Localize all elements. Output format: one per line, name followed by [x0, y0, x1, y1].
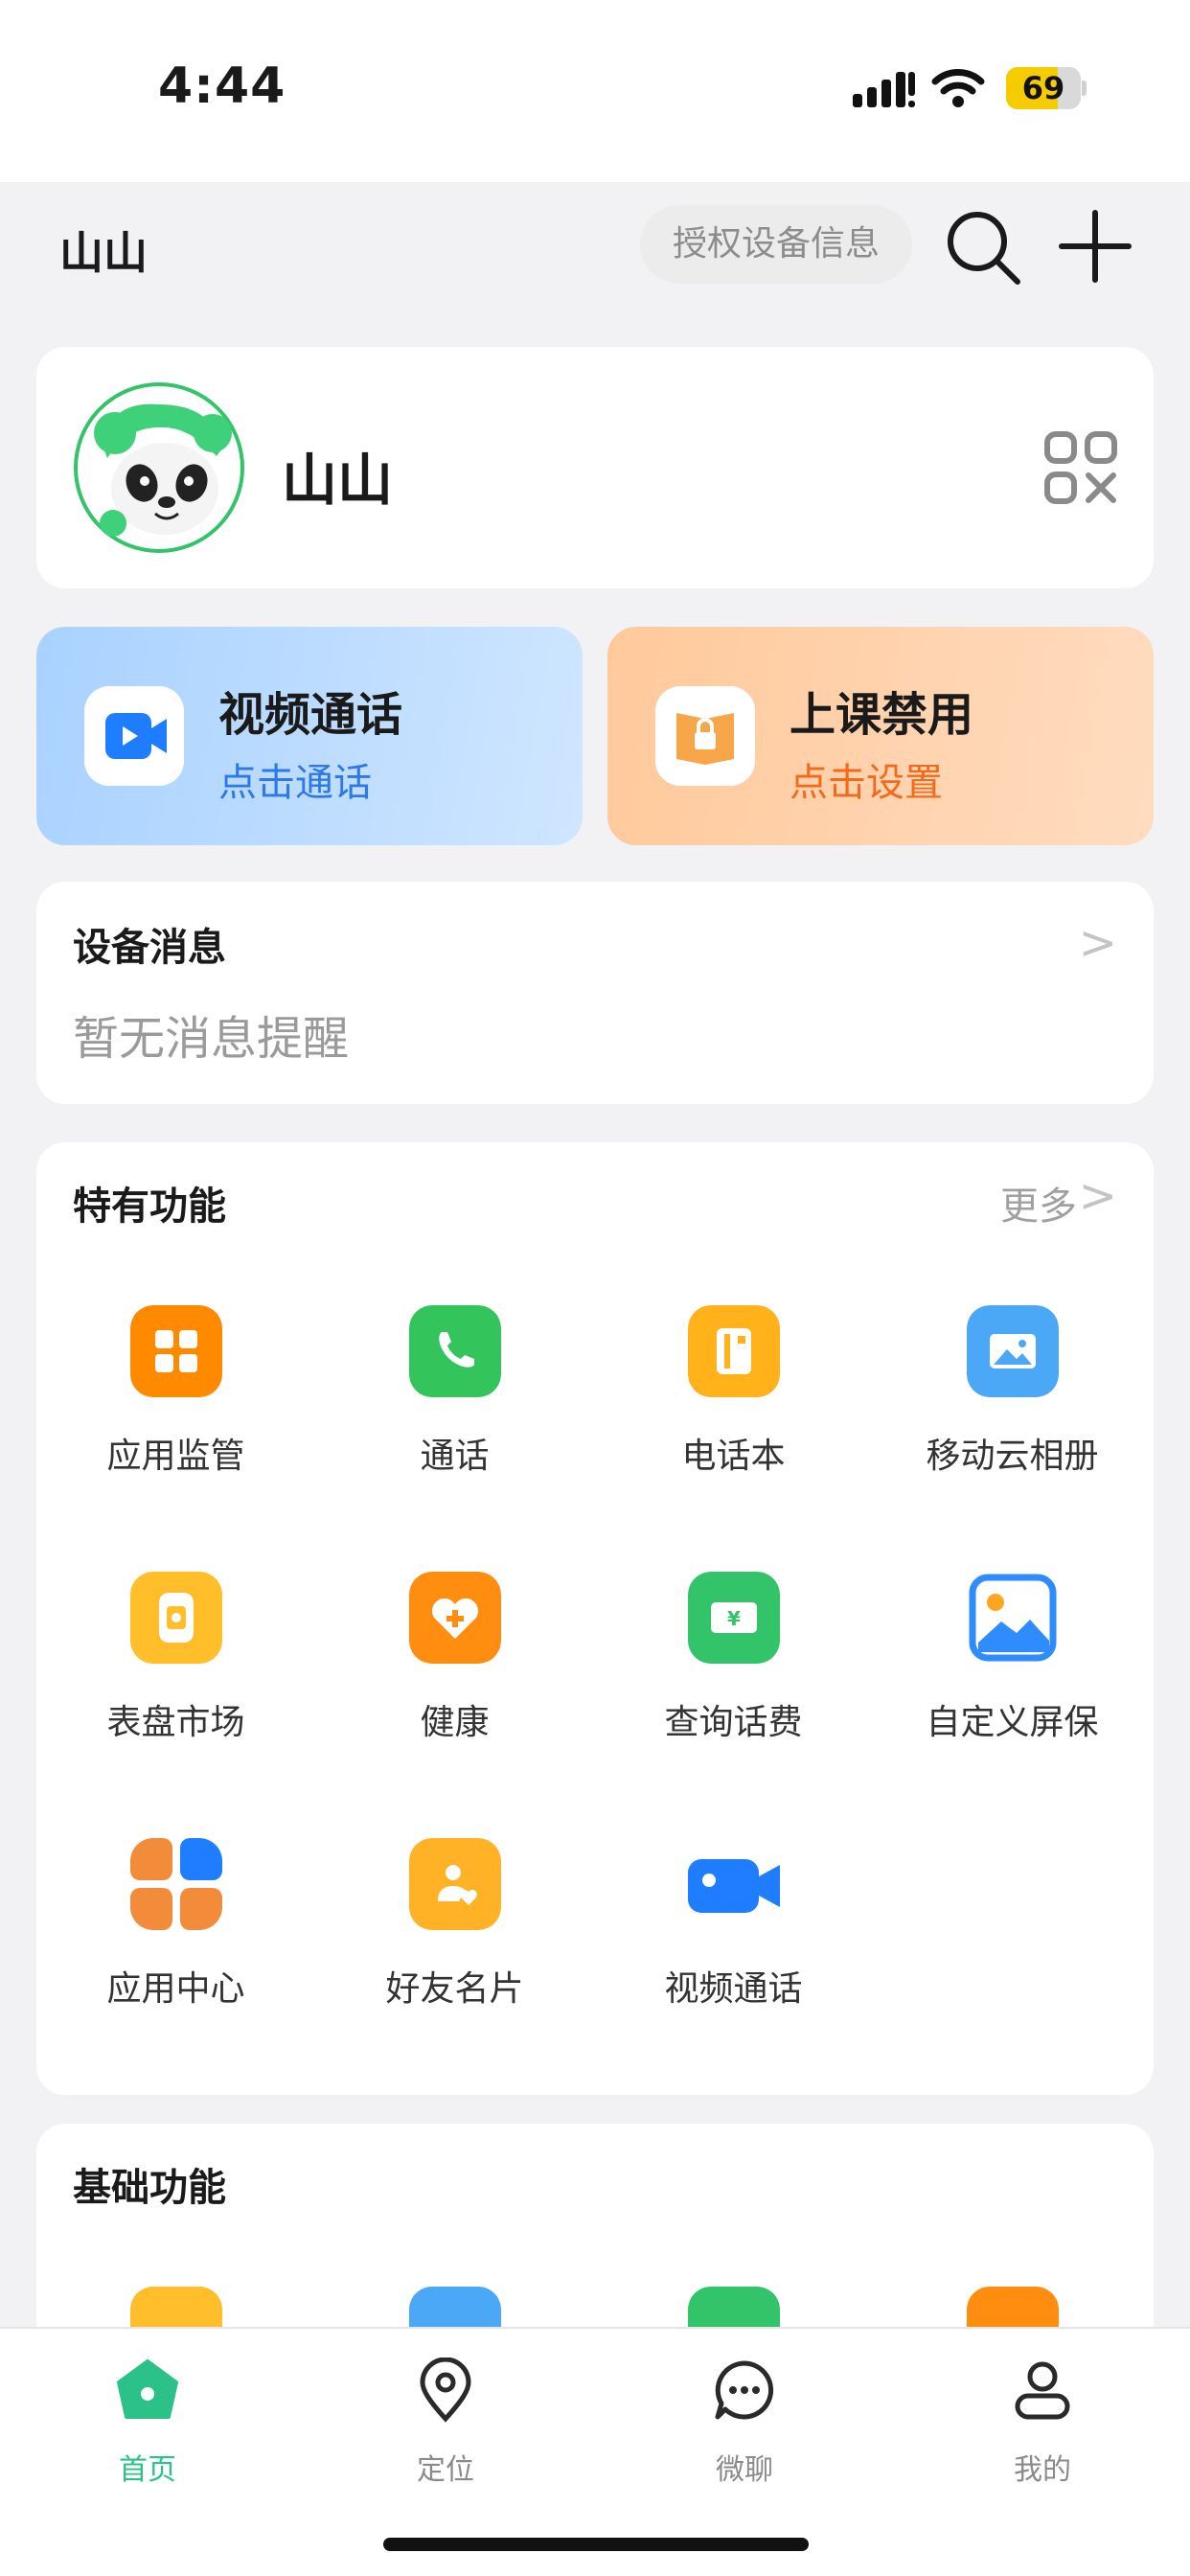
special-features-card: 特有功能 更多 > 应用监管 通话 电话本 移动云相册表盘市场 健康 ¥ 查询话费 自定义屏保… — [36, 1142, 1154, 2095]
location-pin-icon — [420, 2358, 471, 2423]
battery-percent: 69 — [1021, 70, 1065, 106]
feature-label: 自定义屏保 — [926, 1703, 1099, 1742]
wifi-icon — [931, 69, 985, 107]
feature-item[interactable]: 应用中心 — [36, 1838, 315, 2030]
chevron-right-icon[interactable]: > — [1079, 1169, 1117, 1223]
home-icon — [117, 2359, 178, 2419]
plus-icon[interactable] — [1054, 205, 1136, 288]
watch-face-market-icon — [130, 1572, 222, 1664]
feature-label: 查询话费 — [664, 1703, 803, 1742]
home-indicator — [383, 2538, 809, 2551]
feature-label: 应用中心 — [106, 1969, 245, 2009]
feature-label: 好友名片 — [385, 1969, 524, 2009]
device-messages-card[interactable]: 设备消息 > 暂无消息提醒 — [36, 882, 1154, 1104]
feature-label: 通话 — [420, 1437, 490, 1476]
tab-location-label: 定位 — [417, 2453, 474, 2487]
panda-avatar-icon — [74, 382, 244, 553]
feature-item[interactable]: 移动云相册 — [873, 1305, 1152, 1497]
auth-device-info-button[interactable]: 授权设备信息 — [640, 205, 912, 284]
video-call-title: 视频通话 — [218, 688, 403, 742]
feature-label: 表盘市场 — [106, 1703, 245, 1742]
feature-item[interactable]: ¥ 查询话费 — [594, 1572, 873, 1763]
profile-card[interactable]: 山山 — [36, 347, 1154, 588]
feature-label: 应用监管 — [106, 1437, 245, 1476]
feature-item[interactable]: 视频通话 — [594, 1838, 873, 2030]
cellular-signal-icon — [853, 72, 915, 107]
friend-card-icon — [409, 1838, 501, 1930]
phone-icon — [409, 1305, 501, 1397]
qr-code-icon[interactable] — [1044, 431, 1117, 504]
class-disable-card[interactable]: 上课禁用 点击设置 — [607, 627, 1154, 845]
video-call-subtitle: 点击通话 — [218, 761, 372, 805]
custom-screensaver-icon — [969, 1574, 1057, 1662]
app-supervision-icon — [130, 1305, 222, 1397]
video-call-icon — [84, 686, 184, 786]
tab-mine-label: 我的 — [1014, 2453, 1071, 2487]
basic-features-title: 基础功能 — [73, 2166, 226, 2210]
status-time: 4:44 — [158, 58, 286, 115]
video-camera-icon — [688, 1859, 780, 1913]
tab-home[interactable]: 首页 — [52, 2358, 243, 2492]
class-disable-title: 上课禁用 — [790, 688, 974, 742]
tab-chat[interactable]: 微聊 — [649, 2358, 840, 2492]
feature-label: 电话本 — [681, 1437, 786, 1476]
battery-indicator: 69 — [1006, 67, 1087, 109]
cloud-album-icon — [967, 1305, 1059, 1397]
chat-bubble-icon — [715, 2360, 774, 2420]
chevron-right-icon[interactable]: > — [1079, 916, 1117, 970]
feature-item[interactable]: 好友名片 — [315, 1838, 594, 2030]
feature-item[interactable]: 通话 — [315, 1305, 594, 1497]
search-icon[interactable] — [943, 205, 1025, 288]
tab-home-label: 首页 — [119, 2453, 176, 2487]
health-heart-icon — [409, 1572, 501, 1664]
app-center-icon — [130, 1838, 222, 1930]
feature-item[interactable]: 自定义屏保 — [873, 1572, 1152, 1763]
feature-item[interactable]: 健康 — [315, 1572, 594, 1763]
class-disable-subtitle: 点击设置 — [790, 761, 943, 805]
tab-chat-label: 微聊 — [716, 2453, 773, 2487]
feature-label: 健康 — [420, 1703, 490, 1742]
device-messages-title: 设备消息 — [73, 926, 226, 970]
feature-item[interactable]: 表盘市场 — [36, 1572, 315, 1763]
more-link[interactable]: 更多 — [1000, 1175, 1077, 1230]
tab-location[interactable]: 定位 — [350, 2358, 541, 2492]
profile-icon — [1015, 2361, 1070, 2420]
feature-item[interactable]: 电话本 — [594, 1305, 873, 1497]
status-bar: 4:44 69 — [0, 0, 1190, 182]
class-lock-icon — [655, 686, 755, 786]
phonebook-icon — [688, 1305, 780, 1397]
billing-query-icon: ¥ — [688, 1572, 780, 1664]
feature-label: 移动云相册 — [926, 1437, 1099, 1476]
tab-mine[interactable]: 我的 — [947, 2358, 1138, 2492]
header-device-name[interactable]: 山山 — [59, 218, 148, 282]
feature-label: 视频通话 — [664, 1969, 803, 2009]
feature-item[interactable]: 应用监管 — [36, 1305, 315, 1497]
video-call-card[interactable]: 视频通话 点击通话 — [36, 627, 583, 845]
no-messages-text: 暂无消息提醒 — [73, 1012, 350, 1066]
special-features-title: 特有功能 — [73, 1184, 226, 1229]
profile-name: 山山 — [282, 448, 394, 513]
svg-text:¥: ¥ — [727, 1607, 741, 1630]
